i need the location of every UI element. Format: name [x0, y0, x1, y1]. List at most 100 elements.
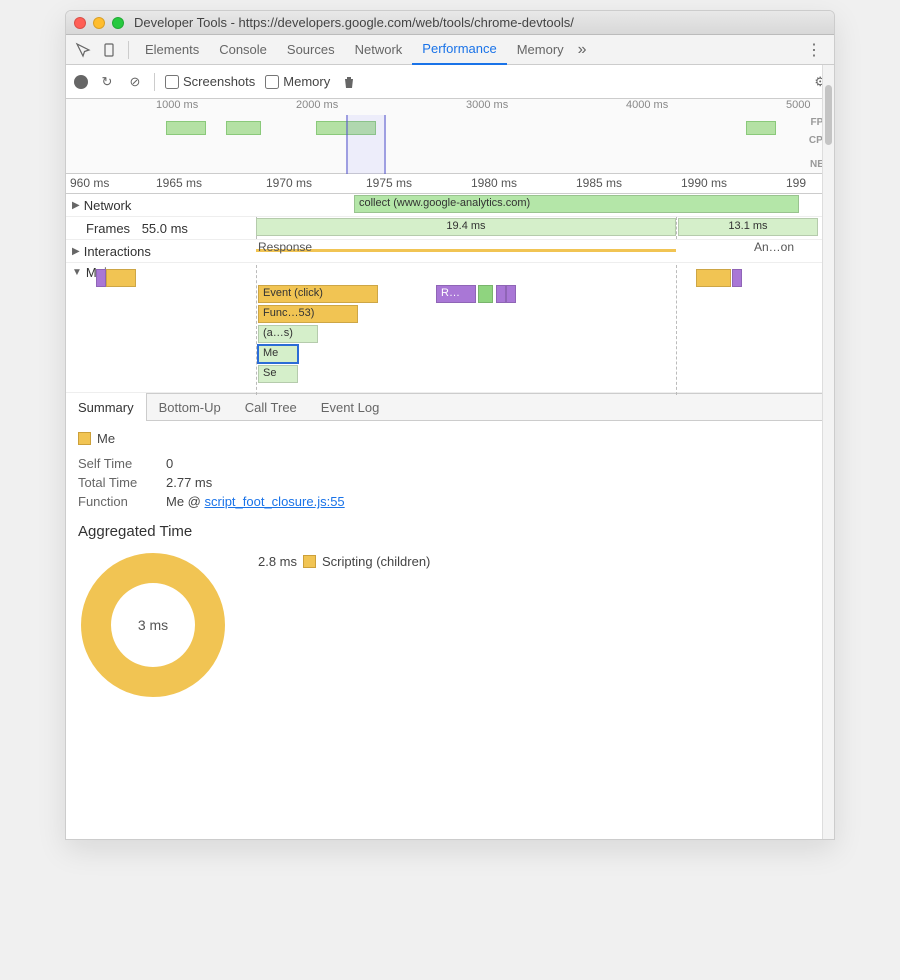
- dtab-call-tree[interactable]: Call Tree: [233, 393, 309, 421]
- ruler-tick: 1990 ms: [681, 176, 727, 190]
- ov-tick: 2000 ms: [296, 99, 338, 111]
- ov-tick: 5000: [786, 99, 810, 111]
- interaction-animation: An…on: [754, 240, 794, 254]
- overview-pane[interactable]: 1000 ms 2000 ms 3000 ms 4000 ms 5000 FPS…: [66, 99, 834, 174]
- total-time-value: 2.77 ms: [166, 475, 212, 490]
- flame-item[interactable]: [496, 285, 506, 303]
- screenshots-label: Screenshots: [183, 74, 255, 89]
- perf-toolbar: ↻ ⊘ Screenshots Memory ⚙: [66, 65, 834, 99]
- close-icon[interactable]: [74, 17, 86, 29]
- clear-icon[interactable]: ⊘: [126, 73, 144, 91]
- zoom-icon[interactable]: [112, 17, 124, 29]
- disclosure-icon[interactable]: ▼: [72, 267, 82, 278]
- ov-tick: 4000 ms: [626, 99, 668, 111]
- ruler-tick: 1975 ms: [366, 176, 412, 190]
- details-tabbar: Summary Bottom-Up Call Tree Event Log: [66, 393, 834, 421]
- scripting-swatch-icon: [303, 555, 316, 568]
- frames-row[interactable]: Frames 55.0 ms 19.4 ms 13.1 ms: [66, 217, 834, 240]
- function-label: Function: [78, 494, 158, 509]
- summary-panel: Me Self Time0 Total Time2.77 ms Function…: [66, 421, 834, 710]
- flame-se[interactable]: Se: [258, 365, 298, 383]
- frame-divider: [256, 265, 257, 395]
- donut-chart: 3 ms: [78, 550, 228, 700]
- fps-bar: [226, 121, 261, 135]
- flame-event-click[interactable]: Event (click): [258, 285, 378, 303]
- donut-legend: 2.8 ms Scripting (children): [258, 554, 430, 569]
- titlebar: Developer Tools - https://developers.goo…: [66, 11, 834, 35]
- frame-segment[interactable]: 13.1 ms: [678, 218, 818, 236]
- dtab-event-log[interactable]: Event Log: [309, 393, 392, 421]
- dtab-summary[interactable]: Summary: [66, 393, 147, 421]
- tab-sources[interactable]: Sources: [277, 35, 345, 65]
- row-label-frames: Frames: [86, 221, 130, 236]
- fps-bar: [166, 121, 206, 135]
- tab-network[interactable]: Network: [345, 35, 413, 65]
- function-prefix: Me @: [166, 494, 204, 509]
- ruler-tick: 1980 ms: [471, 176, 517, 190]
- window-title: Developer Tools - https://developers.goo…: [134, 15, 574, 30]
- flame-item[interactable]: [96, 269, 106, 287]
- tab-console[interactable]: Console: [209, 35, 277, 65]
- source-link[interactable]: script_foot_closure.js:55: [204, 494, 344, 509]
- overview-window-handle[interactable]: [346, 115, 386, 174]
- scroll-thumb[interactable]: [825, 85, 832, 145]
- tab-performance[interactable]: Performance: [412, 35, 506, 65]
- interaction-response: Response: [258, 240, 312, 254]
- memory-checkbox[interactable]: Memory: [265, 74, 330, 89]
- self-time-label: Self Time: [78, 456, 158, 471]
- minimize-icon[interactable]: [93, 17, 105, 29]
- separator: [154, 73, 155, 91]
- devtools-window: Developer Tools - https://developers.goo…: [65, 10, 835, 840]
- flame-r[interactable]: R…: [436, 285, 476, 303]
- device-toggle-icon[interactable]: [98, 39, 120, 61]
- frame-divider: [676, 217, 677, 239]
- traffic-lights: [74, 17, 124, 29]
- tab-memory[interactable]: Memory: [507, 35, 574, 65]
- main-row[interactable]: ▼Main Event (click) Func…53) (a…s) Me Se…: [66, 263, 834, 393]
- frame-segment[interactable]: 19.4 ms: [256, 218, 676, 236]
- ruler-tick: 1965 ms: [156, 176, 202, 190]
- flame-item[interactable]: [478, 285, 493, 303]
- memory-label: Memory: [283, 74, 330, 89]
- ruler-tick: 199: [786, 176, 806, 190]
- inspect-icon[interactable]: [72, 39, 94, 61]
- interaction-span: [256, 249, 676, 252]
- scripting-swatch-icon: [78, 432, 91, 445]
- network-item[interactable]: collect (www.google-analytics.com): [354, 195, 799, 213]
- flame-item[interactable]: [696, 269, 731, 287]
- screenshots-checkbox[interactable]: Screenshots: [165, 74, 255, 89]
- disclosure-icon[interactable]: ▶: [72, 200, 80, 211]
- dtab-bottom-up[interactable]: Bottom-Up: [147, 393, 233, 421]
- total-time-label: Total Time: [78, 475, 158, 490]
- frame-divider: [676, 265, 677, 395]
- overview-ruler: 1000 ms 2000 ms 3000 ms 4000 ms 5000: [66, 99, 834, 115]
- separator: [128, 41, 129, 59]
- summary-name: Me: [97, 431, 115, 446]
- ruler-tick: 960 ms: [70, 176, 109, 190]
- network-row[interactable]: ▶Network collect (www.google-analytics.c…: [66, 194, 834, 217]
- flame-me-selected[interactable]: Me: [258, 345, 298, 363]
- record-button[interactable]: [74, 75, 88, 89]
- flame-anonymous[interactable]: (a…s): [258, 325, 318, 343]
- aggregated-time-heading: Aggregated Time: [78, 523, 822, 540]
- vertical-scrollbar[interactable]: [822, 65, 834, 839]
- legend-label: Scripting (children): [322, 554, 430, 569]
- flame-item[interactable]: [506, 285, 516, 303]
- flame-function-call[interactable]: Func…53): [258, 305, 358, 323]
- ruler-tick: 1985 ms: [576, 176, 622, 190]
- tab-elements[interactable]: Elements: [135, 35, 209, 65]
- reload-icon[interactable]: ↻: [98, 73, 116, 91]
- more-tabs-icon[interactable]: »: [578, 41, 587, 59]
- disclosure-icon[interactable]: ▶: [72, 246, 80, 257]
- trash-icon[interactable]: [340, 73, 358, 91]
- fps-bar: [746, 121, 776, 135]
- menu-icon[interactable]: ⋮: [798, 40, 830, 60]
- flame-item[interactable]: [106, 269, 136, 287]
- frames-value: 55.0 ms: [142, 221, 188, 236]
- ruler-tick: 1970 ms: [266, 176, 312, 190]
- flame-chart: ▶Network collect (www.google-analytics.c…: [66, 194, 834, 393]
- legend-value: 2.8 ms: [258, 554, 297, 569]
- ov-tick: 1000 ms: [156, 99, 198, 111]
- flame-item[interactable]: [732, 269, 742, 287]
- interactions-row[interactable]: ▶Interactions Response An…on: [66, 240, 834, 263]
